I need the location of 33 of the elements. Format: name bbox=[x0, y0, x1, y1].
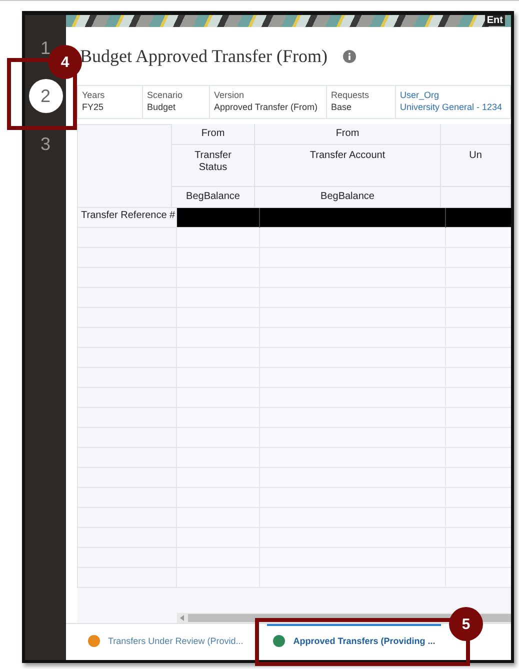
row-header: Transfer Reference # bbox=[77, 208, 177, 228]
dimension-label: User_Org bbox=[400, 89, 440, 101]
column-header: Transfer Status bbox=[172, 145, 255, 187]
dimension-value: FY25 bbox=[82, 101, 105, 113]
dimension-value: Base bbox=[331, 101, 353, 113]
period-header bbox=[441, 187, 511, 208]
dimension-label: Years bbox=[82, 89, 106, 101]
column-group-header: From bbox=[255, 124, 441, 145]
dimension-value[interactable]: University General - 1234 bbox=[400, 101, 502, 113]
grid-cell[interactable] bbox=[260, 228, 446, 248]
step-indicator[interactable]: 3 bbox=[40, 134, 50, 154]
step-indicator[interactable]: 2 bbox=[28, 79, 62, 113]
period-header: BegBalance bbox=[255, 187, 441, 208]
period-header: BegBalance bbox=[172, 187, 255, 208]
data-cell[interactable] bbox=[260, 208, 446, 228]
step-indicator[interactable]: 1 bbox=[40, 38, 50, 58]
column-header: Un bbox=[441, 145, 511, 187]
header-text: Ent bbox=[484, 15, 505, 26]
dimension-value: Approved Transfer (From) bbox=[214, 101, 319, 113]
sheet-tab[interactable]: Transfers Under Review (Provid... bbox=[82, 624, 250, 660]
dimension-label: Version bbox=[214, 89, 246, 101]
column-header: Transfer Account bbox=[255, 145, 441, 187]
dimension-value: Budget bbox=[147, 101, 177, 113]
data-cell[interactable] bbox=[177, 208, 260, 228]
scroll-left-icon[interactable] bbox=[180, 615, 184, 621]
info-icon[interactable] bbox=[343, 50, 356, 62]
page-title: Budget Approved Transfer (From) bbox=[80, 46, 328, 66]
sheet-tab[interactable]: Approved Transfers (Providing ... bbox=[267, 624, 442, 660]
data-cell[interactable] bbox=[446, 208, 511, 228]
grid-cell[interactable] bbox=[177, 228, 260, 248]
dimension-label: Scenario bbox=[147, 89, 184, 101]
dimension-label: Requests bbox=[331, 89, 370, 101]
column-group-header: From bbox=[172, 124, 255, 145]
